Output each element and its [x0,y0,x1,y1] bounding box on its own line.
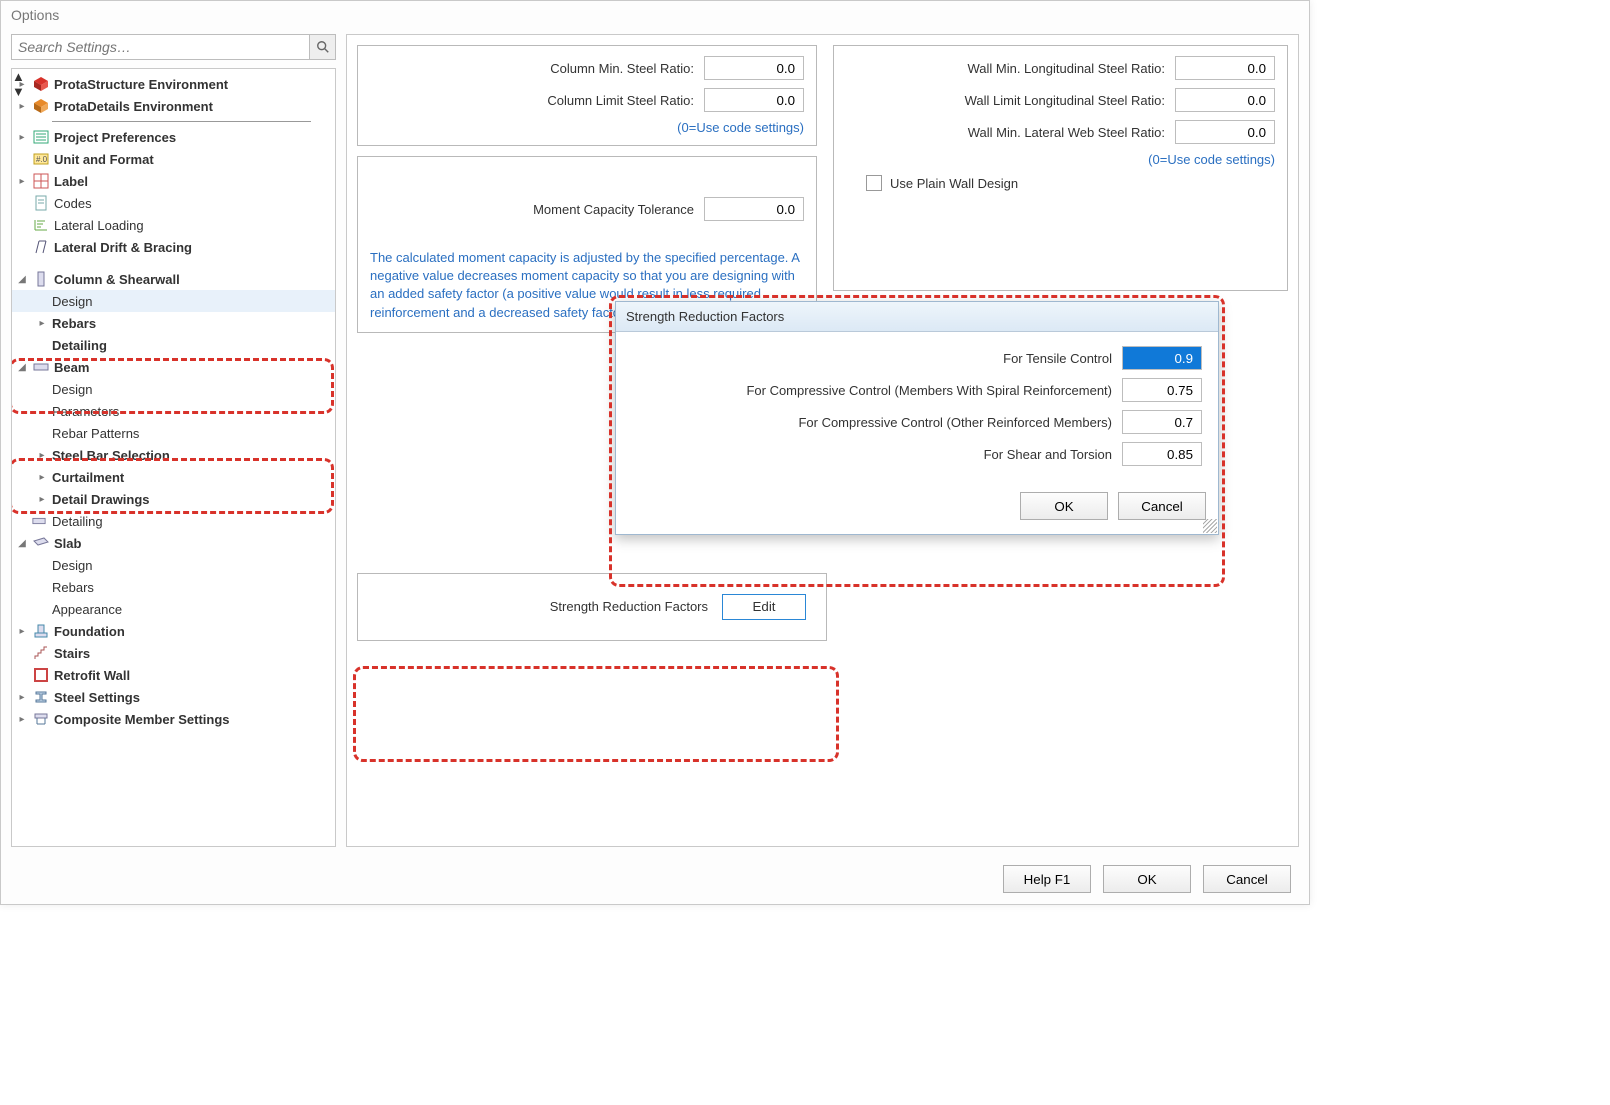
column-steel-panel: Column Min. Steel Ratio: Column Limit St… [357,45,817,146]
tree-beam-detailing[interactable]: Detailing [12,510,335,532]
tree-composite-settings[interactable]: ▸Composite Member Settings [12,708,335,730]
cube-icon [32,97,50,115]
col-min-input[interactable] [704,56,804,80]
drift-icon [32,238,50,256]
tree-codes[interactable]: Codes [12,192,335,214]
srf-shear-label: For Shear and Torsion [984,447,1112,462]
search-button[interactable] [310,34,336,60]
srf-tensile-label: For Tensile Control [1003,351,1112,366]
wall-min-lat-input[interactable] [1175,120,1275,144]
tree-lateral-drift[interactable]: Lateral Drift & Bracing [12,236,335,258]
moment-input[interactable] [704,197,804,221]
wall-min-lat-label: Wall Min. Lateral Web Steel Ratio: [968,125,1165,140]
wall-hint: (0=Use code settings) [846,152,1275,167]
wall-steel-panel: Wall Min. Longitudinal Steel Ratio: Wall… [833,45,1288,291]
beam-icon [32,358,50,376]
tree-slab-appearance[interactable]: Appearance [12,598,335,620]
tree-steel-settings[interactable]: ▸Steel Settings [12,686,335,708]
srf-label: Strength Reduction Factors [550,599,708,614]
tree-beam-detail-drawings[interactable]: ▸Detail Drawings [12,488,335,510]
tree-beam-parameters[interactable]: Parameters [12,400,335,422]
tree-lateral-loading[interactable]: Lateral Loading [12,214,335,236]
tree-beam-design[interactable]: Design [12,378,335,400]
ok-button[interactable]: OK [1103,865,1191,893]
srf-edit-button[interactable]: Edit [722,594,806,620]
stairs-icon [32,644,50,662]
moment-label: Moment Capacity Tolerance [533,202,694,217]
col-limit-input[interactable] [704,88,804,112]
srf-dialog: Strength Reduction Factors For Tensile C… [615,301,1219,535]
tree-label[interactable]: ▸Label [12,170,335,192]
footer: Help F1 OK Cancel [1,854,1309,904]
tree-foundation[interactable]: ▸Foundation [12,620,335,642]
tree-beam-rebar-patterns[interactable]: Rebar Patterns [12,422,335,444]
tree-slab-design[interactable]: Design [12,554,335,576]
col-min-label: Column Min. Steel Ratio: [550,61,694,76]
settings-tree[interactable]: ▸ProtaStructure Environment ▸ProtaDetail… [12,69,335,846]
tree-cs-detailing[interactable]: Detailing [12,334,335,356]
grid-icon [32,172,50,190]
options-window: Options ▸ProtaStructure Environment ▸Pro… [0,0,1310,905]
tree-beam[interactable]: ◢Beam [12,356,335,378]
srf-comp-other-input[interactable] [1122,410,1202,434]
tree-beam-steel-bar[interactable]: ▸Steel Bar Selection [12,444,335,466]
list-icon [32,128,50,146]
tree-protadetails-env[interactable]: ▸ProtaDetails Environment [12,95,335,117]
composite-icon [32,710,50,728]
tree-slab[interactable]: ◢Slab [12,532,335,554]
srf-comp-spiral-input[interactable] [1122,378,1202,402]
col-hint: (0=Use code settings) [370,120,804,135]
srf-shear-input[interactable] [1122,442,1202,466]
help-button[interactable]: Help F1 [1003,865,1091,893]
cancel-button[interactable]: Cancel [1203,865,1291,893]
srf-dialog-title: Strength Reduction Factors [616,302,1218,332]
tree-stairs[interactable]: Stairs [12,642,335,664]
resize-grip-icon[interactable] [1203,519,1217,533]
steel-icon [32,688,50,706]
wall-min-long-input[interactable] [1175,56,1275,80]
window-title: Options [1,1,1309,29]
tree-project-preferences[interactable]: ▸Project Preferences [12,126,335,148]
tree-unit-format[interactable]: #.0Unit and Format [12,148,335,170]
tree-cs-design[interactable]: Design [12,290,335,312]
wall-icon [32,666,50,684]
srf-ok-button[interactable]: OK [1020,492,1108,520]
tree-slab-rebars[interactable]: Rebars [12,576,335,598]
wall-lim-long-label: Wall Limit Longitudinal Steel Ratio: [965,93,1165,108]
search-input[interactable] [11,34,310,60]
tree-beam-curtailment[interactable]: ▸Curtailment [12,466,335,488]
hash-icon: #.0 [32,150,50,168]
highlight-srf-edit [353,666,839,762]
srf-cancel-button[interactable]: Cancel [1118,492,1206,520]
srf-comp-spiral-label: For Compressive Control (Members With Sp… [746,383,1112,398]
column-icon [32,270,50,288]
tree-retrofit-wall[interactable]: Retrofit Wall [12,664,335,686]
foundation-icon [32,622,50,640]
tree-column-shearwall[interactable]: ◢Column & Shearwall [12,268,335,290]
col-limit-label: Column Limit Steel Ratio: [547,93,694,108]
wall-lim-long-input[interactable] [1175,88,1275,112]
wall-min-long-label: Wall Min. Longitudinal Steel Ratio: [967,61,1165,76]
plain-wall-checkbox[interactable] [866,175,882,191]
search-icon [316,40,330,54]
tree-cs-rebars[interactable]: ▸Rebars [12,312,335,334]
beam-icon [30,512,48,530]
srf-tensile-input[interactable] [1122,346,1202,370]
load-icon [32,216,50,234]
doc-icon [32,194,50,212]
svg-text:#.0: #.0 [36,155,48,164]
cube-icon [32,75,50,93]
slab-icon [32,534,50,552]
plain-wall-label: Use Plain Wall Design [890,176,1018,191]
tree-protastructure-env[interactable]: ▸ProtaStructure Environment [12,73,335,95]
srf-comp-other-label: For Compressive Control (Other Reinforce… [798,415,1112,430]
srf-edit-panel: Strength Reduction Factors Edit [357,573,827,641]
